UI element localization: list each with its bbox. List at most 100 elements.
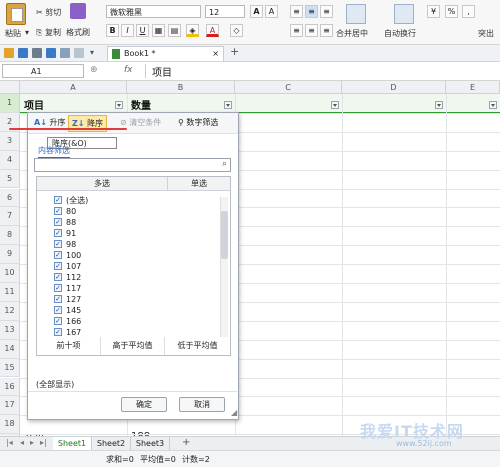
row-header[interactable]: 18 [0,415,20,435]
clear-filter-button[interactable]: ⊘ 清空条件 [120,117,161,128]
bold-button[interactable]: B [106,24,119,37]
filter-dropdown-e-icon[interactable] [489,101,497,109]
row-header[interactable]: 11 [0,283,20,302]
filter-list-scroll-thumb[interactable] [221,211,228,259]
zoom-icon[interactable]: ⊕ [90,65,98,75]
font-name-select[interactable]: 微软雅黑 [106,5,201,18]
row-header[interactable]: 10 [0,264,20,283]
filter-dropdown-b-icon[interactable] [224,101,232,109]
tab-multi-select[interactable]: 多选 [37,177,167,190]
save-icon[interactable] [46,48,56,58]
column-header-b[interactable]: B [127,81,235,94]
filter-dropdown-c-icon[interactable] [331,101,339,109]
sheet-tab-1[interactable]: Sheet1 [53,437,92,450]
decrease-font-icon[interactable]: A [265,5,278,18]
row-header[interactable]: 6 [0,188,20,208]
align-top-icon[interactable]: ≡ [290,5,303,18]
checkbox-icon[interactable]: ✓ [54,328,62,336]
filter-list-item[interactable]: ✓ 80 [53,207,76,217]
copy-button[interactable]: ⎘ 复制 [36,27,61,38]
filter-list-item[interactable]: ✓ 91 [53,229,76,239]
align-left-icon[interactable]: ≡ [290,24,303,37]
new-tab-button[interactable]: + [230,45,239,58]
column-header-d[interactable]: D [342,81,446,94]
align-center-icon[interactable]: ≡ [305,24,318,37]
below-average-button[interactable]: 低于平均值 [165,337,230,355]
filter-list-item[interactable]: ✓ (全选) [53,196,88,206]
tab-single-select[interactable]: 单选 [168,177,230,190]
row-header[interactable]: 4 [0,150,20,170]
row-header[interactable]: 9 [0,245,20,265]
checkbox-icon[interactable]: ✓ [54,273,62,281]
filter-list-item[interactable]: ✓ 88 [53,218,76,228]
shading-icon[interactable]: ▤ [168,24,181,37]
next-sheet-icon[interactable]: ▸ [30,438,34,447]
first-sheet-icon[interactable]: |◂ [6,438,13,447]
filter-list-item[interactable]: ✓ 107 [53,262,81,272]
merge-center-button[interactable]: 合并居中 [336,28,368,39]
checkbox-icon[interactable]: ✓ [54,196,62,204]
percent-icon[interactable]: % [445,5,458,18]
row-header[interactable]: 3 [0,131,20,151]
align-middle-icon[interactable]: ≡ [305,5,318,18]
filter-list-item[interactable]: ✓ 166 [53,317,81,327]
quickbar-more-icon[interactable]: ▾ [90,48,100,58]
filter-list-item[interactable]: ✓ 98 [53,240,76,250]
number-filter-button[interactable]: ⚲ 数字筛选 [178,117,218,128]
paste-button[interactable]: 粘贴 [5,28,21,39]
checkbox-icon[interactable]: ✓ [54,295,62,303]
filter-dropdown-d-icon[interactable] [435,101,443,109]
row-header[interactable]: 16 [0,377,20,397]
column-header-a[interactable]: A [20,81,127,94]
open-icon[interactable] [18,48,28,58]
format-painter-button[interactable]: 格式刷 [66,27,90,38]
filter-search-input[interactable]: ⌕ [34,158,231,172]
above-average-button[interactable]: 高于平均值 [101,337,165,355]
align-right-icon[interactable]: ≡ [320,24,333,37]
checkbox-icon[interactable]: ✓ [54,306,62,314]
wrap-text-button[interactable]: 自动换行 [384,28,416,39]
redo-icon[interactable] [74,48,84,58]
prev-sheet-icon[interactable]: ◂ [20,438,24,447]
cut-button[interactable]: ✂ 剪切 [36,7,61,18]
currency-icon[interactable]: ¥ [427,5,440,18]
checkbox-icon[interactable]: ✓ [54,229,62,237]
cell-b1[interactable]: 数量 [131,97,151,112]
fx-icon[interactable]: fx [124,65,133,75]
row-header[interactable]: 13 [0,320,20,340]
ok-button[interactable]: 确定 [121,397,167,412]
close-tab-icon[interactable]: × [212,47,219,61]
top10-button[interactable]: 前十项 [37,337,101,355]
column-header-e[interactable]: E [446,81,500,94]
overflow-label[interactable]: 突出 [478,28,494,39]
sheet-tab-3[interactable]: Sheet3 [131,437,170,450]
font-color-icon[interactable]: A [206,24,219,37]
row-header[interactable]: 17 [0,396,20,416]
add-sheet-button[interactable]: + [182,437,190,448]
name-box[interactable]: A1 [2,64,84,78]
clear-format-icon[interactable]: ◇ [230,24,243,37]
checkbox-icon[interactable]: ✓ [54,240,62,248]
cell-a1[interactable]: 项目 [24,97,44,112]
select-all-corner[interactable] [0,81,20,94]
italic-button[interactable]: I [121,24,134,37]
increase-font-icon[interactable]: A [250,5,263,18]
filter-list-item[interactable]: ✓ 127 [53,295,81,305]
last-sheet-icon[interactable]: ▸| [40,438,47,447]
align-bottom-icon[interactable]: ≡ [320,5,333,18]
checkbox-icon[interactable]: ✓ [54,284,62,292]
sheet-tab-2[interactable]: Sheet2 [92,437,131,450]
filter-list-item[interactable]: ✓ 100 [53,251,81,261]
workbook-tab[interactable]: Book1 * × [107,46,224,61]
checkbox-icon[interactable]: ✓ [54,207,62,215]
menu-icon[interactable] [4,48,14,58]
merge-center-icon[interactable] [346,4,366,24]
filter-dropdown-a-icon[interactable] [115,101,123,109]
formula-input[interactable]: 项目 [152,64,172,79]
fill-color-icon[interactable]: ◈ [186,24,199,37]
underline-button[interactable]: U [136,24,149,37]
row-header[interactable]: 1 [0,94,20,113]
paste-dropdown-icon[interactable]: ▾ [25,28,29,37]
print-icon[interactable] [32,48,42,58]
tab-content-filter[interactable]: 内容筛选 [38,145,70,158]
